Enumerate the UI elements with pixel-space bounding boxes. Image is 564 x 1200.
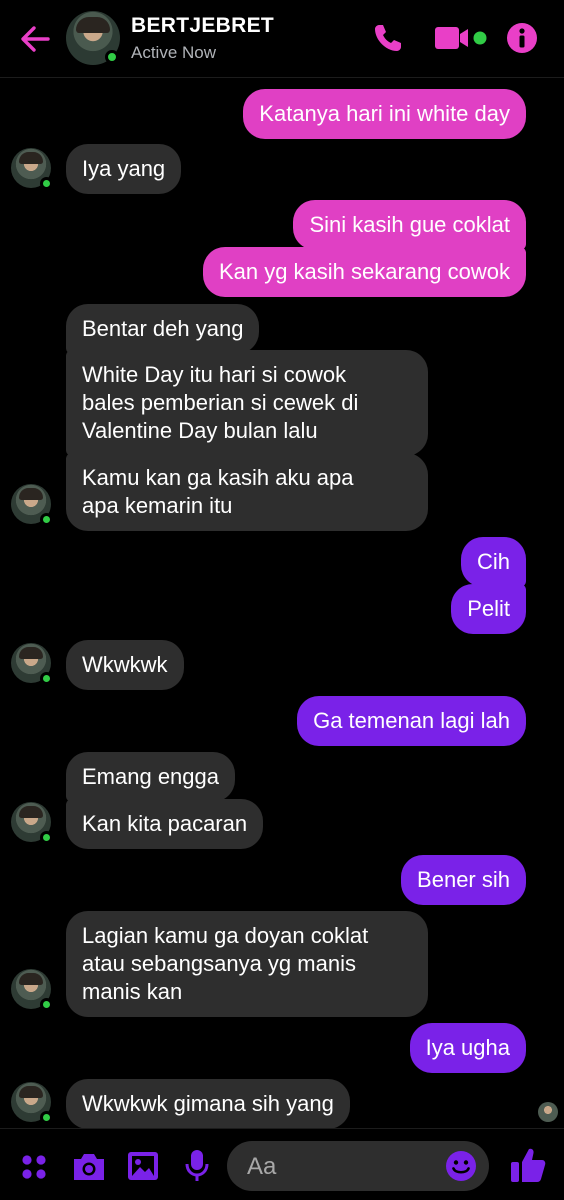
info-icon[interactable]: [506, 22, 538, 54]
message-line: apa kemarin itu: [82, 493, 233, 518]
message-line: White Day itu hari si cowok: [82, 362, 347, 387]
contact-avatar[interactable]: [66, 11, 120, 65]
seen-avatar-icon: [538, 1102, 558, 1122]
phone-icon[interactable]: [372, 22, 404, 54]
four-dots-icon[interactable]: [20, 1153, 48, 1181]
contact-avatar-small: [11, 484, 53, 526]
contact-avatar-small: [11, 148, 53, 190]
message-line: Kamu kan ga kasih aku apa: [82, 465, 354, 490]
message-outgoing[interactable]: Ga temenan lagi lah: [297, 696, 526, 746]
message-outgoing[interactable]: Kan yg kasih sekarang cowok: [202, 247, 526, 297]
back-arrow-icon[interactable]: [18, 22, 52, 56]
message-outgoing[interactable]: Bener sih: [401, 855, 526, 905]
message-incoming[interactable]: Kan kita pacaran: [66, 799, 264, 849]
message-input[interactable]: Aa: [227, 1141, 489, 1191]
message-incoming[interactable]: Wkwkwk gimana sih yang: [66, 1079, 350, 1129]
message-input-placeholder: Aa: [247, 1153, 277, 1180]
microphone-icon[interactable]: [184, 1149, 210, 1183]
message-outgoing[interactable]: Iya ugha: [409, 1023, 526, 1073]
message-line: Lagian kamu ga doyan coklat: [82, 923, 369, 948]
message-outgoing[interactable]: Pelit: [451, 584, 526, 634]
thumbs-up-icon[interactable]: [508, 1145, 548, 1185]
chat-header: BERTJEBRET Active Now: [0, 0, 564, 78]
contact-status: Active Now: [131, 43, 217, 62]
contact-avatar-small: [11, 802, 53, 844]
contact-avatar-small: [11, 1082, 53, 1124]
message-line: Valentine Day bulan lalu: [82, 418, 318, 443]
message-incoming-multiline[interactable]: Lagian kamu ga doyan coklat atau sebangs…: [66, 911, 428, 1017]
message-outgoing[interactable]: Sini kasih gue coklat: [293, 200, 526, 250]
image-icon[interactable]: [127, 1151, 159, 1181]
message-incoming[interactable]: Wkwkwk: [66, 640, 184, 690]
online-indicator: [105, 50, 119, 64]
video-camera-icon[interactable]: [434, 24, 490, 52]
contact-avatar-small: [11, 643, 53, 685]
emoji-icon[interactable]: [445, 1150, 477, 1182]
message-line: manis kan: [82, 979, 183, 1004]
message-outgoing[interactable]: Katanya hari ini white day: [243, 89, 526, 139]
message-incoming[interactable]: Emang engga: [66, 752, 235, 802]
message-line: bales pemberian si cewek di: [82, 390, 359, 415]
contact-name[interactable]: BERTJEBRET: [131, 14, 274, 38]
message-incoming-multiline[interactable]: White Day itu hari si cowok bales pember…: [66, 350, 428, 456]
message-incoming[interactable]: Iya yang: [66, 144, 182, 194]
message-composer: Aa: [0, 1128, 564, 1200]
message-incoming[interactable]: Bentar deh yang: [66, 304, 260, 354]
contact-avatar-small: [11, 969, 53, 1011]
message-outgoing[interactable]: Cih: [460, 537, 526, 587]
message-line: atau sebangsanya yg manis: [82, 951, 356, 976]
camera-icon[interactable]: [71, 1151, 107, 1183]
message-incoming-multiline[interactable]: Kamu kan ga kasih aku apa apa kemarin it…: [66, 453, 428, 531]
